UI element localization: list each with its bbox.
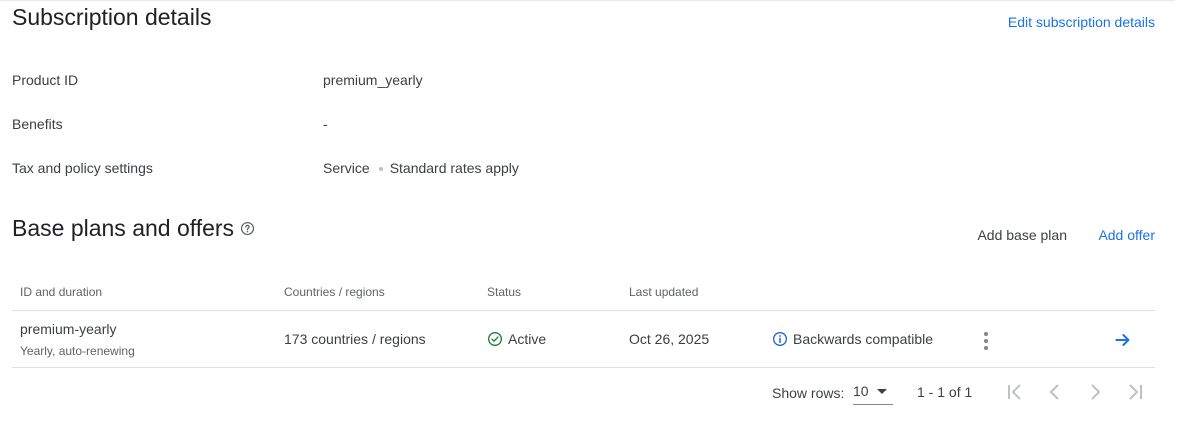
tax-policy-label: Tax and policy settings [12,160,153,176]
more-vert-icon[interactable] [983,332,989,350]
add-offer-button[interactable]: Add offer [1098,227,1155,243]
rows-per-page-value: 10 [853,383,869,399]
benefits-label: Benefits [12,116,63,132]
col-last-updated[interactable]: Last updated [629,285,698,299]
benefits-value: - [323,116,328,132]
col-countries[interactable]: Countries / regions [284,285,385,299]
add-base-plan-button[interactable]: Add base plan [977,227,1067,243]
tax-category: Service [323,160,370,176]
plan-duration: Yearly, auto-renewing [20,344,135,358]
chevron-down-icon [876,388,887,394]
plan-id: premium-yearly [20,321,117,337]
subscription-title: Subscription details [12,4,212,30]
header-divider [12,310,1155,311]
base-plans-title: Base plans and offers [12,215,235,241]
product-id-label: Product ID [12,72,79,88]
separator-dot [378,167,383,172]
next-page-icon[interactable] [1083,380,1107,404]
show-rows-label: Show rows: [772,385,845,401]
product-id-value: premium_yearly [323,72,423,88]
tax-policy-value: Service Standard rates apply [323,160,519,176]
edit-subscription-link[interactable]: Edit subscription details [1008,14,1155,30]
compat-text: Backwards compatible [793,331,934,347]
col-id-duration[interactable]: ID and duration [20,285,102,299]
status-badge: Active [487,331,546,347]
pagination-range: 1 - 1 of 1 [917,384,973,400]
tax-rate: Standard rates apply [389,160,519,176]
row-divider [12,367,1155,368]
base-plans-title-wrap: Base plans and offers [12,215,255,242]
compat-badge: Backwards compatible [772,331,933,347]
arrow-right-icon[interactable] [1113,330,1133,355]
plan-regions: 173 countries / regions [284,331,426,347]
rows-per-page-select[interactable]: 10 [853,378,893,405]
status-text: Active [508,331,547,347]
first-page-icon[interactable] [1003,380,1027,404]
prev-page-icon[interactable] [1043,380,1067,404]
last-page-icon[interactable] [1123,380,1147,404]
col-status[interactable]: Status [487,285,521,299]
help-circle-icon[interactable] [240,221,255,236]
last-updated-value: Oct 26, 2025 [629,331,710,347]
top-shadow [0,0,1175,2]
info-icon [772,331,788,347]
check-circle-icon [487,331,503,347]
